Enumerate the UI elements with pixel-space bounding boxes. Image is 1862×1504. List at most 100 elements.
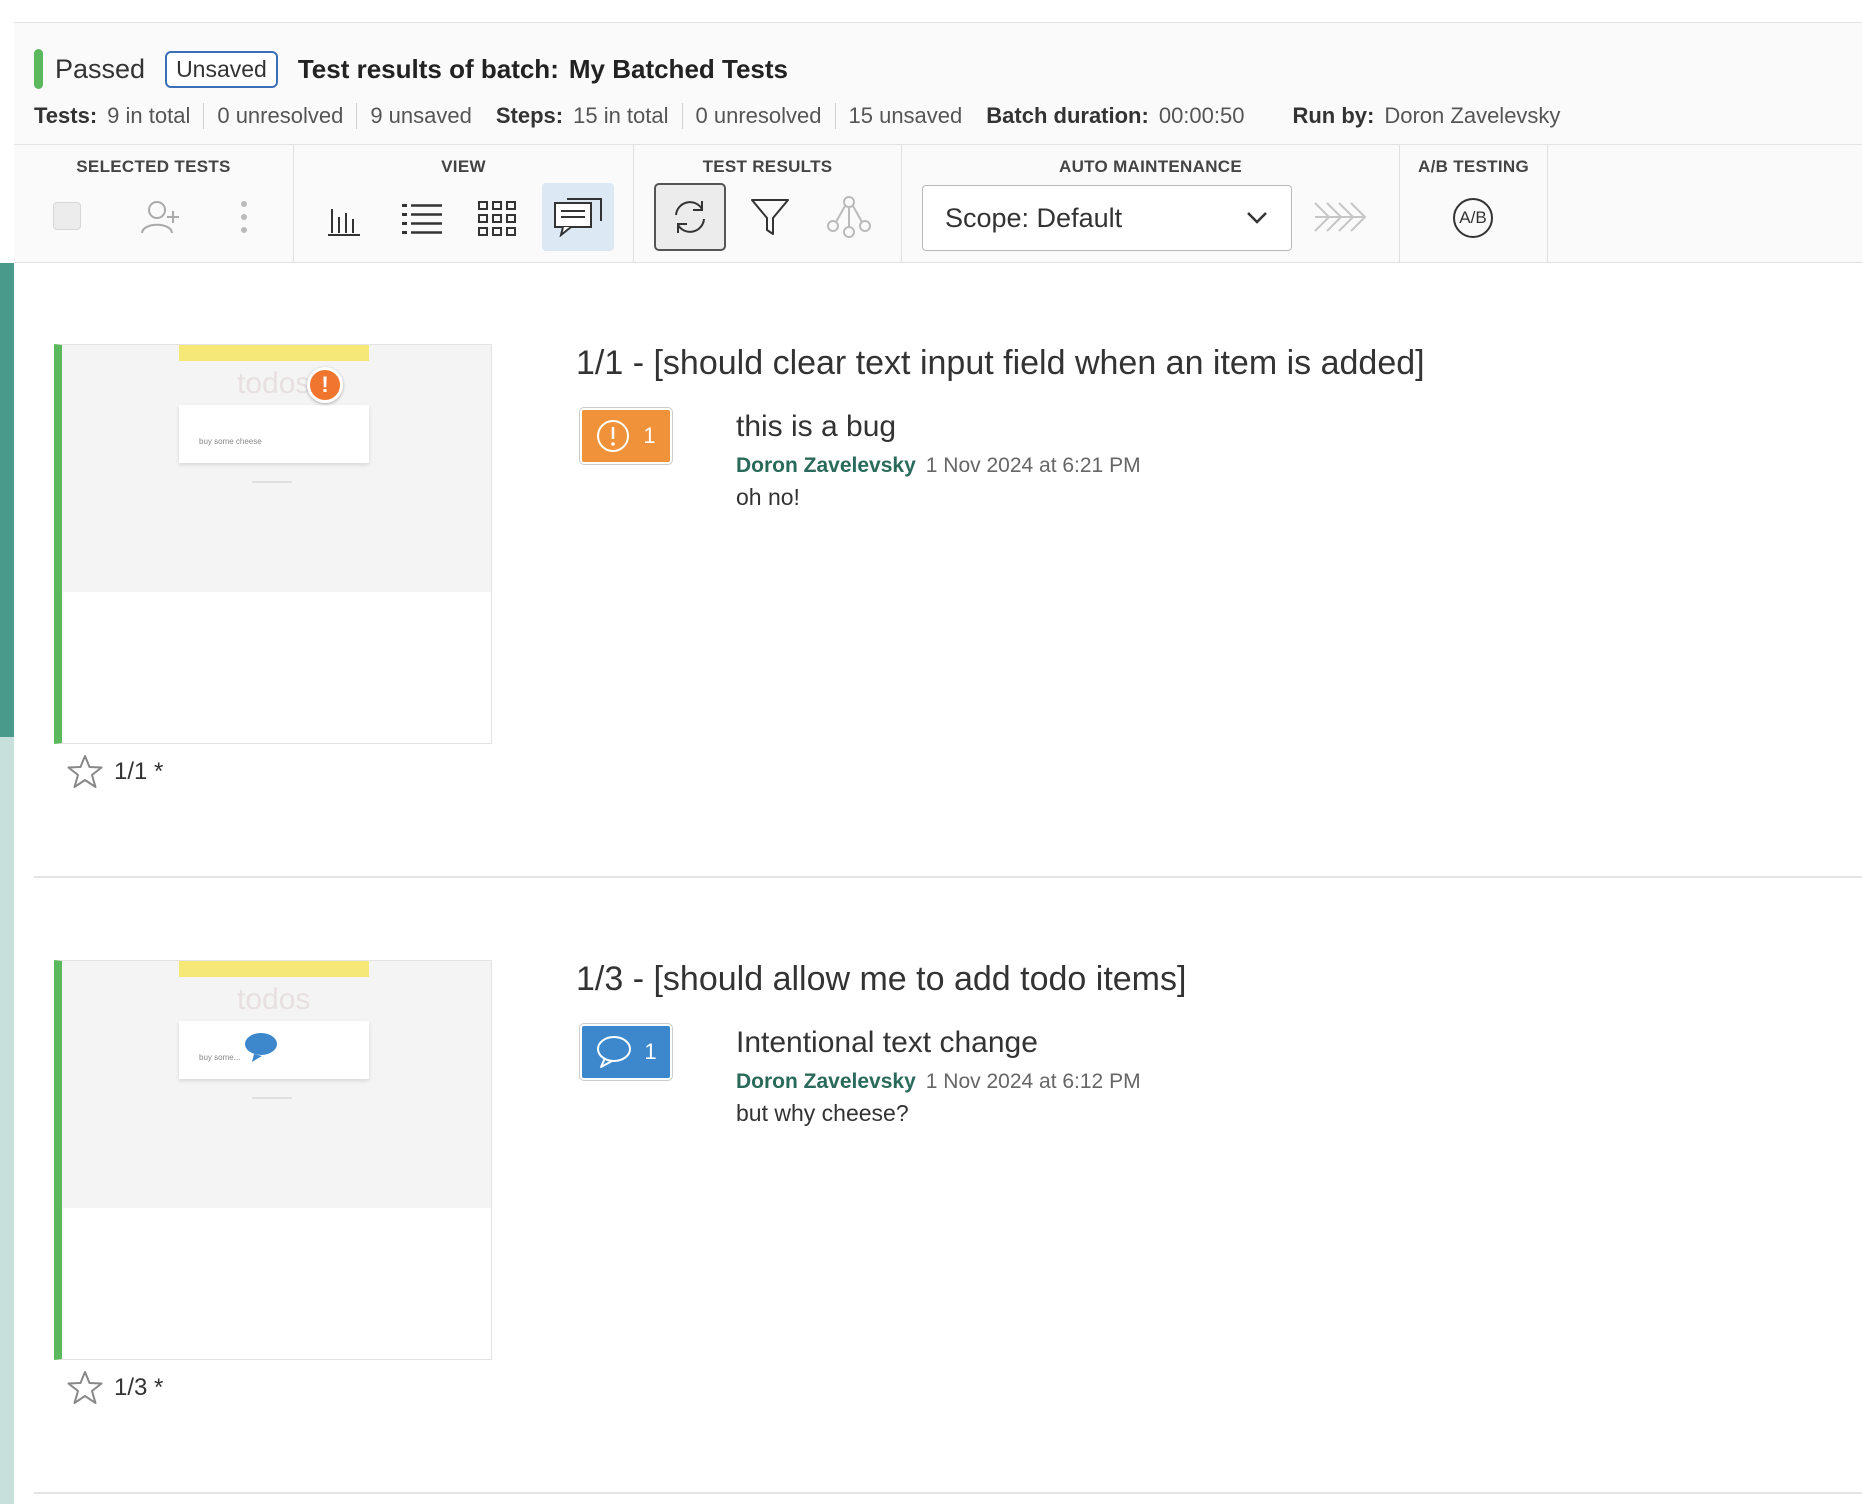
step-footer: 1/3 * [66,1370,163,1406]
card-divider [34,1492,1862,1494]
note-meta: Doron Zavelevsky 1 Nov 2024 at 6:12 PM [736,1070,1141,1094]
note-meta: Doron Zavelevsky 1 Nov 2024 at 6:21 PM [736,454,1141,478]
selected-tests-group: SELECTED TESTS [14,145,294,263]
list-view-button[interactable] [400,199,444,239]
app-root: Passed Unsaved Test results of batch: My … [0,0,1862,1504]
step-thumbnail[interactable]: todos buy some cheese ! [54,344,492,744]
assign-user-icon [141,201,179,234]
thumbnail-line [252,481,292,483]
status-text: Passed [55,53,146,84]
thumbnail-banner [179,961,369,977]
auto-maintenance-label: AUTO MAINTENANCE [1059,157,1242,176]
scope-select[interactable]: Scope: Default [922,185,1292,251]
thumbnail-heading: todos [237,367,311,400]
batch-header: Passed Unsaved Test results of batch: My … [14,22,1862,145]
note-title: Intentional text change [736,1026,1038,1059]
remark-count: 1 [644,1039,657,1064]
scroll-strip-active [0,263,14,737]
tests-unresolved[interactable]: 0 unresolved [217,103,343,129]
steps-unsaved[interactable]: 15 unsaved [849,103,963,129]
auto-maintenance-apply-button[interactable] [1312,195,1372,239]
runby-label: Run by: [1292,103,1375,128]
test-title: 1/3 - [should allow me to add todo items… [576,960,1187,998]
maintenance-arrows-icon [1314,202,1367,232]
more-options-button[interactable] [234,199,254,235]
thumbnail-box: buy some cheese [179,405,369,463]
note-author: Doron Zavelevsky [736,454,916,477]
separator [203,103,205,129]
comments-view-icon [554,198,602,237]
comment-icon [597,1036,632,1068]
star-icon[interactable] [66,754,104,790]
note-body: oh no! [736,484,800,510]
list-view-icon [402,204,442,234]
view-group: VIEW [294,145,634,263]
branch-icon [827,196,871,238]
grid-view-button[interactable] [476,199,518,239]
issue-icon [597,420,630,452]
filter-button[interactable] [748,195,792,239]
duration-label: Batch duration: [986,103,1149,128]
step-label: 1/3 * [114,1374,164,1401]
select-all-checkbox[interactable] [52,201,82,231]
comments-view-button[interactable] [542,183,614,251]
note-body: but why cheese? [736,1100,909,1126]
screenshot-preview: todos buy some... [62,961,491,1208]
ab-testing-button[interactable]: A/B [1452,197,1494,239]
checkbox-icon [53,202,81,230]
batch-title: Test results of batch: My Batched Tests [298,54,788,85]
status-indicator [34,49,43,89]
unsaved-badge[interactable]: Unsaved [165,50,278,88]
steps-label: Steps: [495,103,564,128]
ab-testing-group: A/B TESTING A/B [1400,145,1548,263]
chevron-down-icon [1247,212,1267,224]
view-label: VIEW [441,157,486,176]
note-date: 1 Nov 2024 at 6:21 PM [925,454,1141,477]
ab-testing-label: A/B TESTING [1418,157,1529,176]
thumbnail-banner [179,345,369,361]
star-icon[interactable] [66,1370,104,1406]
selected-tests-label: SELECTED TESTS [76,157,231,176]
runby-value: Doron Zavelevsky [1384,103,1561,128]
test-title: 1/1 - [should clear text input field whe… [576,344,1425,382]
toolbar: SELECTED TESTS VIEW TEST RESULTS AUTO MA… [14,145,1862,263]
batch-stats: Tests: 9 in total 0 unresolved 9 unsaved… [34,99,1560,133]
step-thumbnail[interactable]: todos buy some... [54,960,492,1360]
thumbnail-item: buy some cheese [199,437,262,446]
separator [681,103,683,129]
thumbnail-line [252,1097,292,1099]
tests-unsaved[interactable]: 9 unsaved [370,103,472,129]
more-vertical-icon [241,201,247,233]
thumbnail-item: buy some... [199,1053,241,1062]
filter-icon [751,199,789,235]
bar-chart-icon [328,209,360,236]
assign-user-button[interactable] [138,197,184,237]
batch-title-prefix: Test results of batch: [297,53,559,84]
grid-view-icon [478,201,516,236]
note-title: this is a bug [736,410,897,443]
ab-testing-icon: A/B [1453,198,1493,238]
steps-unresolved[interactable]: 0 unresolved [696,103,822,129]
note-author: Doron Zavelevsky [736,1070,916,1093]
separator [834,103,836,129]
test-results-group: TEST RESULTS [634,145,902,263]
issue-count: 1 [643,423,656,448]
tests-label: Tests: [34,103,98,128]
scroll-strip [0,737,14,1504]
test-results-label: TEST RESULTS [702,157,833,176]
steps-total: 15 in total [573,103,669,128]
refresh-icon [675,201,705,233]
bar-chart-view-button[interactable] [324,199,364,239]
status-row: Passed Unsaved Test results of batch: My … [34,49,788,89]
issue-badge[interactable]: 1 [580,408,672,464]
thumbnail-heading: todos [237,983,311,1016]
comment-marker[interactable] [242,1031,280,1062]
refresh-button[interactable] [654,183,726,251]
step-label: 1/1 * [114,758,164,785]
issue-marker-icon[interactable]: ! [307,367,343,403]
remark-badge[interactable]: 1 [580,1024,672,1080]
branch-button[interactable] [824,193,874,241]
screenshot-preview: todos buy some cheese ! [62,345,491,592]
auto-maintenance-group: AUTO MAINTENANCE Scope: Default [902,145,1400,263]
separator [356,103,358,129]
